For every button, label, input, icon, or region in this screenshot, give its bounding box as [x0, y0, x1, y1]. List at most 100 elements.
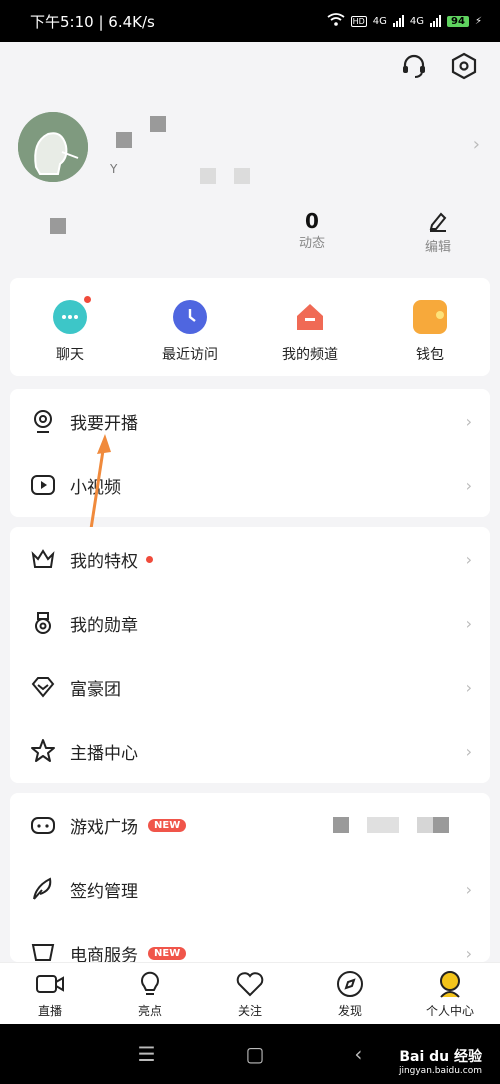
- chevron-right-icon: ›: [465, 613, 472, 633]
- quick-channel-label: 我的频道: [282, 347, 338, 363]
- video-camera-icon: [35, 969, 65, 999]
- status-time: 下午5:10 | 6.4K/s: [30, 12, 155, 31]
- tab-follow-label: 关注: [237, 1004, 262, 1018]
- new-dot: [146, 555, 153, 563]
- chat-icon: [53, 296, 91, 334]
- quick-channel[interactable]: 我的频道: [250, 278, 370, 376]
- back-nav-icon[interactable]: ‹: [354, 1042, 362, 1066]
- menu-privilege[interactable]: 我的特权 ›: [10, 527, 490, 591]
- quick-actions: 聊天 最近访问 我的频道 钱包: [10, 278, 490, 376]
- menu-ecommerce-label: 电商服务: [70, 945, 138, 963]
- menu-contract[interactable]: 签约管理 ›: [10, 857, 490, 921]
- game-redacted-3: [417, 817, 433, 833]
- quick-wallet[interactable]: 钱包: [370, 278, 490, 376]
- name-redacted: [116, 132, 132, 148]
- chevron-right-icon: ›: [465, 475, 472, 495]
- diamond-icon: [30, 674, 56, 700]
- bottom-tab-bar: 直播 亮点 关注 发现 个人中心: [0, 962, 500, 1025]
- edit-button[interactable]: 编辑: [418, 210, 458, 255]
- quick-chat[interactable]: 聊天: [10, 278, 130, 376]
- tab-discover-label: 发现: [337, 1004, 362, 1018]
- dynamic-stat[interactable]: 0 动态: [292, 210, 332, 251]
- tab-live[interactable]: 直播: [0, 963, 100, 1025]
- net1-label: 4G: [372, 15, 387, 27]
- gamepad-icon: [30, 812, 56, 838]
- menu-medal-label: 我的勋章: [70, 615, 138, 636]
- stat-redacted: [50, 218, 66, 234]
- dynamic-label: 动态: [298, 236, 325, 251]
- dynamic-count: 0: [305, 209, 319, 233]
- watermark: Bai du 经验 jingyan.baidu.com: [399, 1046, 482, 1076]
- profile-chevron-icon: ›: [472, 134, 480, 155]
- profile-stats: 0 动态 编辑: [0, 210, 500, 260]
- menu-game-plaza-label: 游戏广场: [70, 817, 138, 838]
- signal2-icon: [430, 15, 442, 27]
- menu-anchor-center[interactable]: 主播中心 ›: [10, 719, 490, 783]
- tab-highlight[interactable]: 亮点: [100, 963, 200, 1025]
- watermark-brand: Bai du 经验: [399, 1049, 482, 1065]
- cart-icon: [30, 940, 56, 962]
- home-nav-icon[interactable]: ▢: [246, 1042, 265, 1066]
- tab-live-label: 直播: [37, 1004, 62, 1018]
- hd-badge: HD: [350, 15, 367, 27]
- wallet-icon: [413, 300, 447, 334]
- quick-recent[interactable]: 最近访问: [130, 278, 250, 376]
- quick-wallet-label: 钱包: [416, 347, 444, 363]
- game-redacted: [333, 817, 349, 833]
- wifi-icon: [327, 13, 345, 29]
- heart-icon: [235, 969, 265, 999]
- crown-icon: [30, 546, 56, 572]
- menu-ecommerce[interactable]: 电商服务 NEW ›: [10, 921, 490, 962]
- bulb-icon: [135, 969, 165, 999]
- medal-icon: [30, 610, 56, 636]
- tab-profile-label: 个人中心: [425, 1004, 474, 1018]
- new-badge: NEW: [148, 946, 187, 960]
- unread-dot: [84, 296, 91, 303]
- charging-icon: ⚡: [474, 15, 482, 27]
- camera-live-icon: [30, 408, 56, 434]
- chevron-right-icon: ›: [465, 741, 472, 761]
- star-icon: [30, 738, 56, 764]
- edit-label: 编辑: [424, 240, 451, 255]
- tab-highlight-label: 亮点: [137, 1004, 162, 1018]
- name-redacted-2: [150, 116, 166, 132]
- menu-privilege-label: 我的特权: [70, 551, 138, 572]
- compass-icon: [335, 969, 365, 999]
- person-icon: [435, 969, 465, 999]
- header-actions: [400, 52, 478, 80]
- quick-chat-label: 聊天: [56, 347, 84, 363]
- menu-rich-group[interactable]: 富豪团 ›: [10, 655, 490, 719]
- battery-level: 94: [447, 15, 469, 27]
- chevron-right-icon: ›: [465, 677, 472, 697]
- profile-header[interactable]: Y ›: [18, 112, 480, 192]
- profile-subtext: Y: [110, 162, 118, 176]
- settings-hexagon-icon[interactable]: [450, 52, 478, 80]
- chevron-right-icon: ›: [465, 549, 472, 569]
- chevron-right-icon: ›: [465, 943, 472, 963]
- tab-discover[interactable]: 发现: [300, 963, 400, 1025]
- tab-follow[interactable]: 关注: [200, 963, 300, 1025]
- clock-icon: [173, 300, 207, 334]
- feather-icon: [30, 876, 56, 902]
- game-redacted-2: [367, 817, 399, 833]
- signal-icon: [392, 15, 404, 27]
- avatar[interactable]: [18, 112, 88, 182]
- headset-icon[interactable]: [400, 52, 428, 80]
- tab-profile[interactable]: 个人中心: [400, 963, 500, 1025]
- status-bar: 下午5:10 | 6.4K/s HD 4G 4G 94 ⚡: [0, 0, 500, 42]
- new-badge: NEW: [148, 818, 187, 832]
- menu-start-live-label: 我要开播: [70, 413, 138, 434]
- chevron-right-icon: ›: [465, 879, 472, 899]
- chevron-right-icon: ›: [465, 411, 472, 431]
- edit-pencil-icon: [429, 212, 447, 232]
- id-redacted: [200, 168, 216, 184]
- play-video-icon: [30, 472, 56, 498]
- game-redacted-4: [433, 817, 449, 833]
- menu-rich-group-label: 富豪团: [70, 679, 121, 700]
- net2-label: 4G: [409, 15, 425, 27]
- menu-medal[interactable]: 我的勋章 ›: [10, 591, 490, 655]
- menu-game-plaza[interactable]: 游戏广场 NEW: [10, 793, 490, 857]
- watermark-url: jingyan.baidu.com: [398, 1066, 482, 1076]
- menu-nav-icon[interactable]: ☰: [138, 1042, 156, 1066]
- menu-contract-label: 签约管理: [70, 881, 138, 902]
